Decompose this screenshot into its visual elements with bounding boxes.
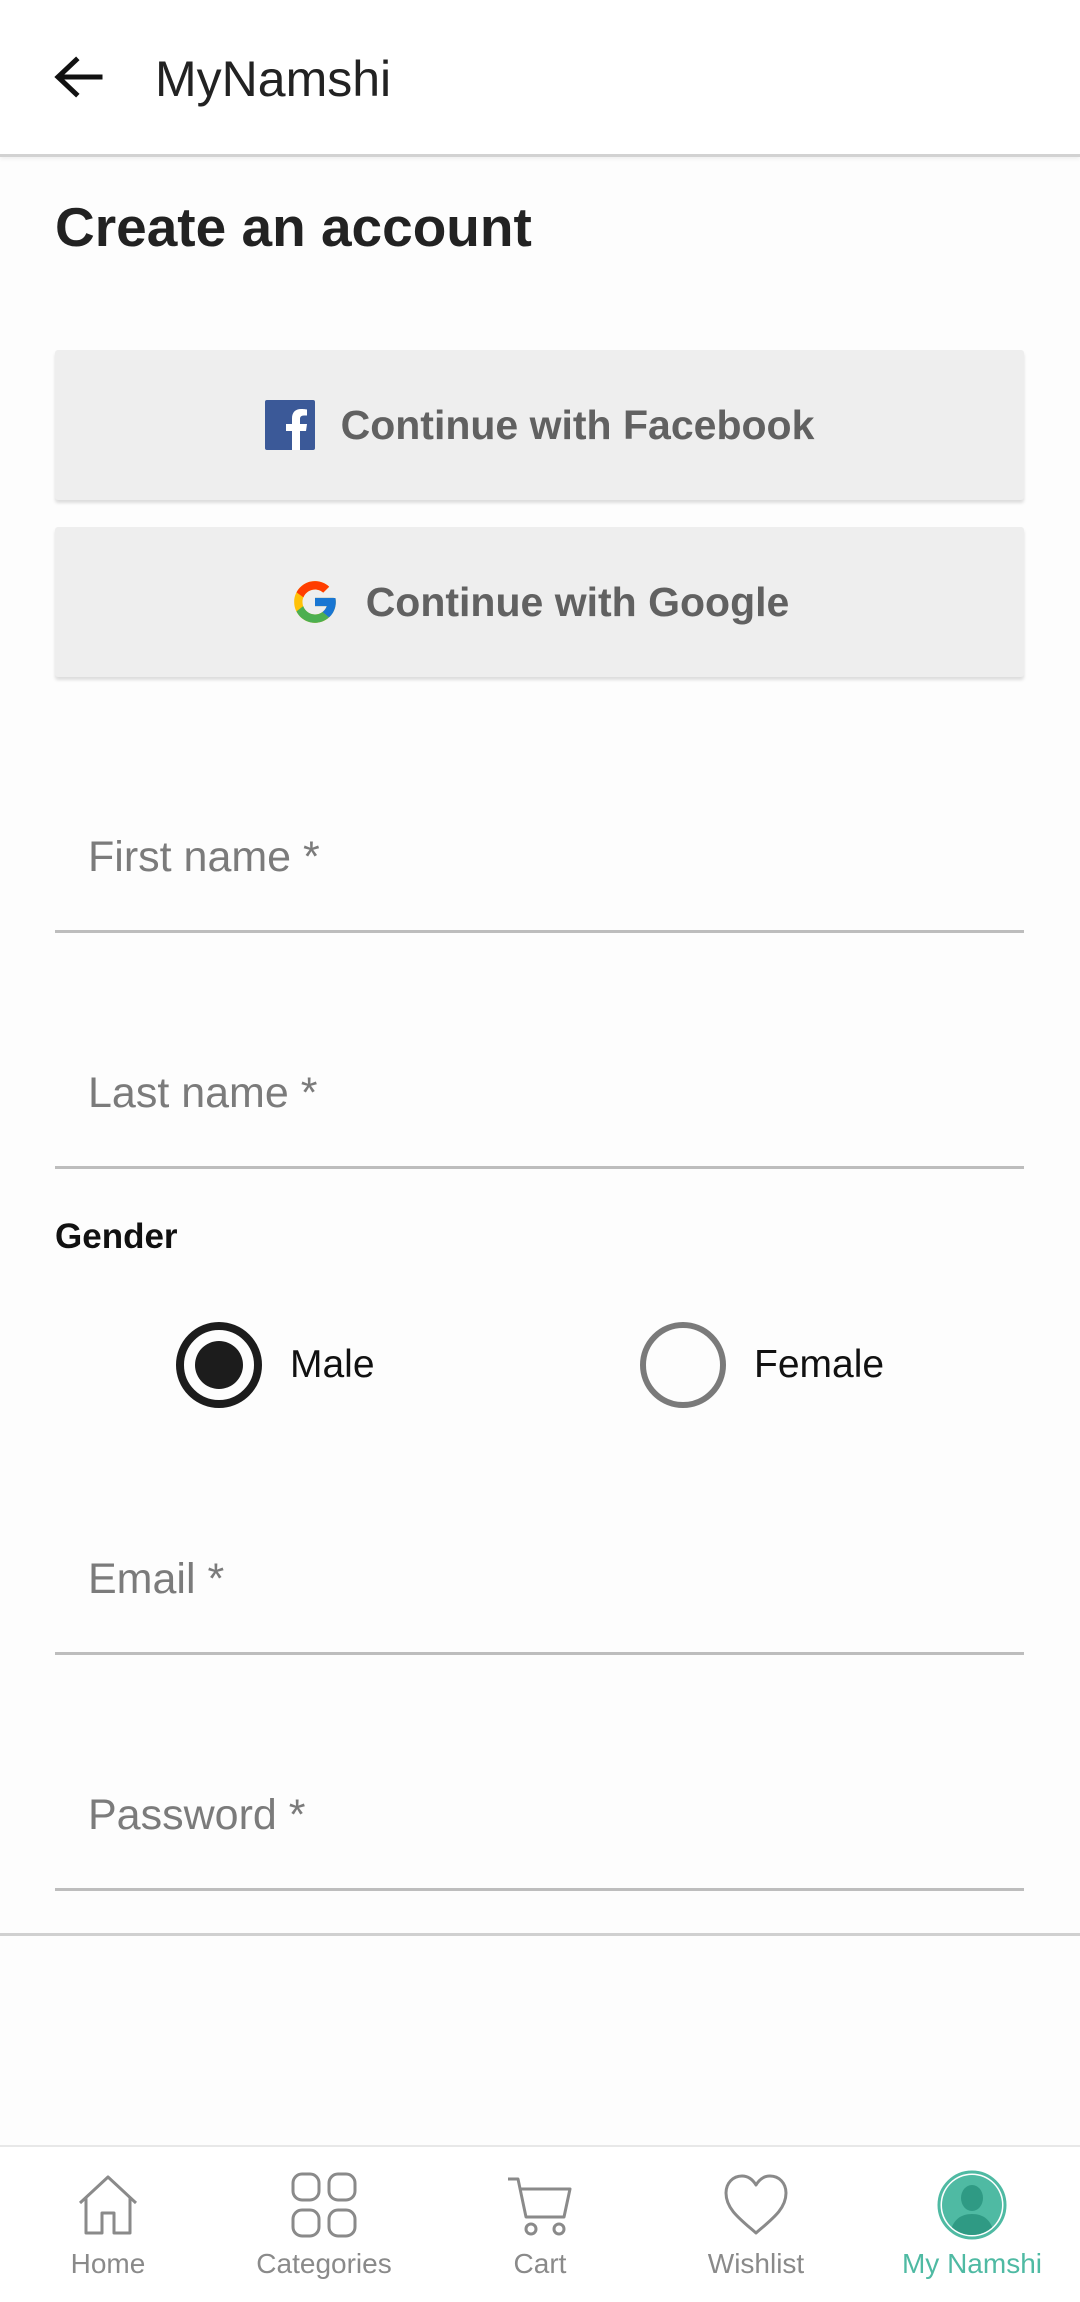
facebook-icon	[264, 400, 315, 450]
user-avatar-icon	[937, 2170, 1007, 2240]
nav-label-my-namshi: My Namshi	[901, 2248, 1042, 2279]
nav-label-categories: Categories	[256, 2248, 392, 2279]
password-field[interactable]: Password *	[55, 1748, 1024, 1891]
nav-item-home[interactable]: Home	[0, 2147, 216, 2302]
back-button[interactable]	[48, 48, 108, 108]
last-name-placeholder: Last name *	[88, 1069, 318, 1117]
divider	[0, 1933, 1080, 1936]
gender-radio-male[interactable]: Male	[176, 1322, 375, 1408]
home-icon	[78, 2175, 138, 2235]
nav-item-my-namshi[interactable]: My Namshi	[864, 2147, 1080, 2302]
nav-label-cart: Cart	[513, 2248, 567, 2279]
first-name-field[interactable]: First name *	[55, 790, 1024, 933]
cart-icon	[508, 2177, 572, 2236]
gender-option-label: Female	[754, 1343, 885, 1386]
continue-with-facebook-button[interactable]: Continue with Facebook	[55, 350, 1024, 500]
bottom-navigation: Home Categories Cart Wishlist My Namshi	[0, 2145, 1080, 2302]
nav-item-wishlist[interactable]: Wishlist	[648, 2147, 864, 2302]
nav-item-categories[interactable]: Categories	[216, 2147, 432, 2302]
heart-icon	[724, 2174, 788, 2235]
app-title: MyNamshi	[155, 51, 392, 107]
google-button-label: Continue with Google	[365, 578, 790, 625]
arrow-left-icon	[54, 56, 103, 98]
nav-label-wishlist: Wishlist	[707, 2248, 805, 2279]
google-icon	[290, 577, 340, 627]
nav-item-cart[interactable]: Cart	[432, 2147, 648, 2302]
email-field[interactable]: Email *	[55, 1512, 1024, 1655]
gender-label: Gender	[55, 1217, 178, 1256]
facebook-button-label: Continue with Facebook	[340, 401, 815, 448]
password-placeholder: Password *	[88, 1791, 306, 1839]
grid-icon	[291, 2172, 357, 2238]
gender-radio-female[interactable]: Female	[640, 1322, 884, 1408]
continue-with-google-button[interactable]: Continue with Google	[55, 527, 1024, 677]
first-name-placeholder: First name *	[88, 833, 320, 881]
page-title: Create an account	[55, 196, 532, 258]
nav-label-home: Home	[70, 2248, 146, 2279]
last-name-field[interactable]: Last name *	[55, 1026, 1024, 1169]
gender-option-label: Male	[290, 1343, 375, 1386]
radio-selected-icon	[176, 1322, 262, 1408]
radio-unselected-icon	[640, 1322, 726, 1408]
app-bar: MyNamshi	[0, 0, 1080, 157]
email-placeholder: Email *	[88, 1555, 225, 1603]
